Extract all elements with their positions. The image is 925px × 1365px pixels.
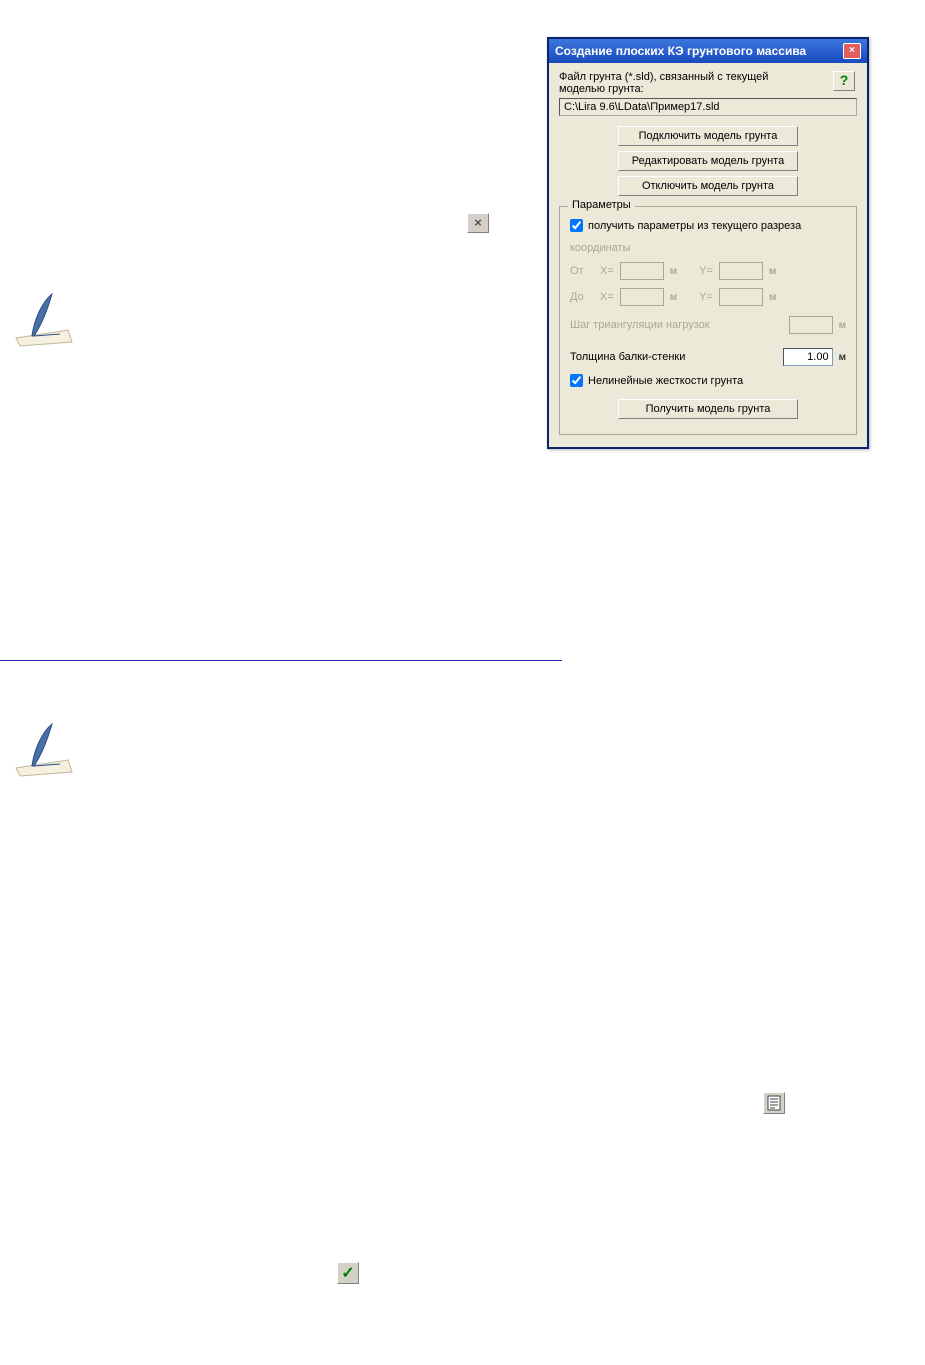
step-label: Шаг триангуляции нагрузок [570, 319, 783, 331]
unit-label: м [670, 292, 677, 303]
file-section: Файл грунта (*.sld), связанный с текущей… [559, 71, 857, 116]
nonlinear-label: Нелинейные жесткости грунта [588, 375, 743, 387]
get-model-button[interactable]: Получить модель грунта [618, 399, 798, 419]
coord-to-row: До X= м Y= м [570, 288, 846, 306]
quill-icon [12, 720, 76, 778]
unit-label: м [839, 320, 846, 331]
group-title: Параметры [568, 199, 635, 211]
thickness-input[interactable] [783, 348, 833, 366]
from-x-input [620, 262, 664, 280]
file-label: Файл грунта (*.sld), связанный с текущей… [559, 71, 779, 95]
quill-icon [12, 290, 76, 348]
coords-label: координаты [570, 242, 846, 254]
titlebar: Создание плоских КЭ грунтового массива × [549, 39, 867, 63]
from-section-checkbox[interactable] [570, 219, 583, 232]
step-input [789, 316, 833, 334]
soil-fe-dialog: Создание плоских КЭ грунтового массива ×… [547, 37, 869, 449]
unit-label: м [769, 292, 776, 303]
help-button[interactable]: ? [833, 71, 855, 91]
thickness-label: Толщина балки-стенки [570, 351, 777, 363]
unit-label: м [839, 352, 846, 363]
coord-from-row: От X= м Y= м [570, 262, 846, 280]
from-section-checkbox-row: получить параметры из текущего разреза [570, 219, 846, 232]
from-label: От [570, 265, 594, 277]
dialog-title: Создание плоских КЭ грунтового массива [555, 44, 806, 58]
unit-label: м [769, 266, 776, 277]
dialog-body: Файл грунта (*.sld), связанный с текущей… [549, 63, 867, 447]
nonlinear-checkbox-row: Нелинейные жесткости грунта [570, 374, 846, 387]
document-icon[interactable] [763, 1092, 785, 1114]
to-y-input [719, 288, 763, 306]
to-x-input [620, 288, 664, 306]
parameters-group: Параметры получить параметры из текущего… [559, 206, 857, 435]
from-y-input [719, 262, 763, 280]
x-label: X= [600, 291, 614, 303]
nonlinear-checkbox[interactable] [570, 374, 583, 387]
thickness-row: Толщина балки-стенки м [570, 348, 846, 366]
y-label: Y= [699, 291, 713, 303]
edit-model-button[interactable]: Редактировать модель грунта [618, 151, 798, 171]
unit-label: м [670, 266, 677, 277]
y-label: Y= [699, 265, 713, 277]
to-label: До [570, 291, 594, 303]
close-button[interactable]: × [843, 43, 861, 59]
from-section-label: получить параметры из текущего разреза [588, 220, 801, 232]
disconnect-model-button[interactable]: Отключить модель грунта [618, 176, 798, 196]
divider [0, 660, 562, 661]
connect-model-button[interactable]: Подключить модель грунта [618, 126, 798, 146]
checkmark-icon[interactable]: ✓ [337, 1262, 359, 1284]
file-path-field: C:\Lira 9.6\LData\Пример17.sld [559, 98, 857, 116]
x-label: X= [600, 265, 614, 277]
step-row: Шаг триангуляции нагрузок м [570, 316, 846, 334]
close-icon[interactable]: × [467, 213, 489, 233]
